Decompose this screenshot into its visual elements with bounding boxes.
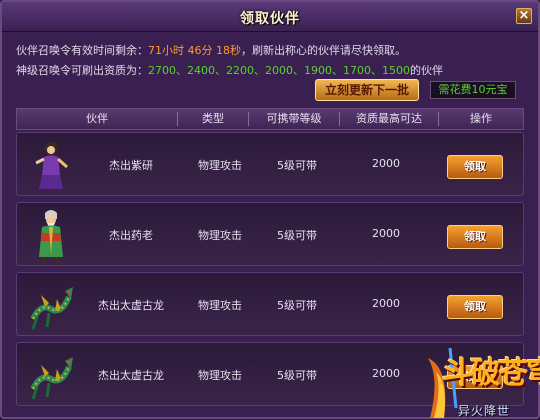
partner-quality: 2000 [372, 157, 400, 170]
partner-quality: 2000 [372, 227, 400, 240]
partner-level: 5级可带 [277, 159, 317, 172]
header-action: 操作 [470, 112, 492, 125]
partner-name: 杰出紫研 [109, 159, 153, 172]
header-type: 类型 [202, 112, 224, 125]
partner-type: 物理攻击 [198, 159, 242, 172]
partner-type: 物理攻击 [198, 299, 242, 312]
partner-type: 物理攻击 [198, 369, 242, 382]
partner-claim-dialog: 领取伙伴 × 伙伴召唤令有效时间剩余：71小时 46分 18秒，刷新出称心的伙伴… [0, 0, 540, 419]
partner-row: 杰出太虚古龙 物理攻击 5级可带 2000 领取 [16, 272, 524, 336]
female-mage-portrait [35, 142, 68, 193]
quality-info-line: 神级召唤令可刷出资质为：2700、2400、2200、2000、1900、170… [16, 62, 443, 78]
partner-level: 5级可带 [277, 299, 317, 312]
dialog-titlebar: 领取伙伴 × [2, 2, 538, 32]
timer-label: 伙伴召唤令有效时间剩余： [16, 44, 148, 57]
timer-value: 71小时 46分 18秒 [148, 44, 241, 57]
quality-label: 神级召唤令可刷出资质为： [16, 64, 148, 77]
header-quality: 资质最高可达 [356, 112, 422, 125]
partner-level: 5级可带 [277, 229, 317, 242]
partner-quality: 2000 [372, 367, 400, 380]
partner-quality: 2000 [372, 297, 400, 310]
header-level: 可携带等级 [266, 112, 322, 125]
game-logo-subtitle: 异火降世 [458, 404, 511, 418]
quality-suffix: 的伙伴 [409, 64, 443, 77]
partner-row: 杰出药老 物理攻击 5级可带 2000 领取 [16, 202, 524, 266]
timer-hint: ，刷新出称心的伙伴请尽快领取。 [240, 44, 406, 57]
partner-name: 杰出药老 [109, 229, 153, 242]
close-icon: × [518, 8, 530, 23]
partner-name: 杰出太虚古龙 [98, 369, 164, 382]
quality-values: 2700、2400、2200、2000、1900、1700、1500 [148, 64, 410, 77]
close-button[interactable]: × [516, 8, 532, 24]
partner-name: 杰出太虚古龙 [98, 299, 164, 312]
refresh-next-batch-button[interactable]: 立刻更新下一批 [315, 79, 419, 101]
timer-info-line: 伙伴召唤令有效时间剩余：71小时 46分 18秒，刷新出称心的伙伴请尽快领取。 [16, 42, 406, 58]
table-header: 伙伴 类型 可携带等级 资质最高可达 操作 [16, 108, 524, 130]
partner-level: 5级可带 [277, 369, 317, 382]
partner-row: 杰出紫研 物理攻击 5级可带 2000 领取 [16, 132, 524, 196]
partner-type: 物理攻击 [198, 229, 242, 242]
header-partner: 伙伴 [86, 112, 108, 125]
dialog-title: 领取伙伴 [240, 11, 300, 27]
cost-badge: 需花费10元宝 [430, 81, 516, 99]
claim-button[interactable]: 领取 [447, 155, 503, 179]
claim-button[interactable]: 领取 [447, 225, 503, 249]
game-logo-title: 斗破苍穹 [442, 356, 540, 391]
dragon-portrait [30, 357, 73, 400]
claim-button[interactable]: 领取 [447, 295, 503, 319]
dragon-portrait [30, 287, 73, 330]
elder-portrait [39, 210, 63, 263]
